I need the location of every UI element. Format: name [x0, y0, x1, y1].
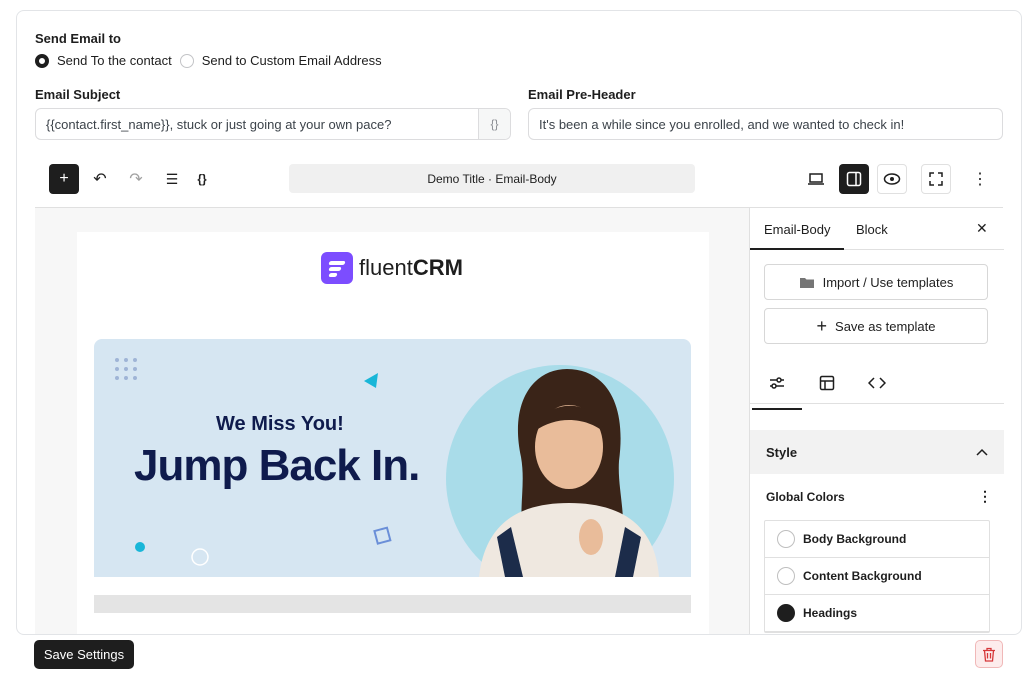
email-banner-image[interactable]: We Miss You! Jump Back In.: [94, 339, 691, 577]
color-swatch[interactable]: [777, 567, 795, 585]
fluentcrm-logo: fluentCRM: [321, 252, 463, 284]
dot-grid-icon: [115, 358, 137, 380]
document-outline-icon[interactable]: ☰: [157, 164, 187, 194]
import-templates-button[interactable]: Import / Use templates: [764, 264, 988, 300]
sliders-icon[interactable]: [752, 368, 802, 410]
code-icon[interactable]: [862, 368, 892, 398]
ring-shape-icon: [191, 548, 209, 566]
color-label: Headings: [803, 606, 858, 620]
tab-block[interactable]: Block: [856, 222, 888, 237]
more-options-icon[interactable]: ⋮: [965, 164, 995, 194]
chevron-up-icon: [976, 448, 988, 456]
triangle-shape-icon: [364, 373, 378, 388]
banner-title: Jump Back In.: [134, 441, 420, 490]
fullscreen-icon[interactable]: [921, 164, 951, 194]
layout-icon[interactable]: [812, 368, 842, 398]
save-settings-button[interactable]: Save Settings: [34, 640, 134, 669]
radio-send-to-contact[interactable]: Send To the contact: [35, 53, 172, 68]
global-colors-header: Global Colors ⋮: [766, 489, 992, 504]
style-heading: Style: [766, 444, 798, 460]
email-preview: fluentCRM We Miss You! Jump Back In.: [77, 232, 709, 634]
color-label: Body Background: [803, 532, 907, 546]
email-preheader-value: It's been a while since you enrolled, an…: [539, 116, 905, 132]
radio-label: Send to Custom Email Address: [201, 53, 382, 68]
plus-icon: +: [816, 316, 828, 336]
banner-subtitle: We Miss You!: [216, 413, 344, 435]
send-to-radio-group: Send To the contact Send to Custom Email…: [35, 53, 390, 68]
fluentcrm-logo-icon: [321, 252, 353, 284]
send-email-to-label: Send Email to: [35, 31, 121, 46]
dot-shape-icon: [135, 542, 145, 552]
settings-sidebar: Email-Body Block ✕ Import / Use template…: [749, 207, 1004, 634]
email-subject-label: Email Subject: [35, 87, 121, 102]
color-row-content-background[interactable]: Content Background: [765, 558, 989, 595]
desktop-preview-icon[interactable]: [801, 164, 831, 194]
undo-icon[interactable]: ↶: [85, 164, 115, 194]
email-divider-block[interactable]: [94, 595, 691, 613]
delete-trash-icon[interactable]: [975, 640, 1003, 668]
color-label: Content Background: [803, 569, 922, 583]
add-block-button[interactable]: +: [49, 164, 79, 194]
settings-card: Send Email to Send To the contact Send t…: [16, 10, 1022, 635]
import-templates-label: Import / Use templates: [822, 274, 954, 290]
color-row-body-background[interactable]: Body Background: [765, 521, 989, 558]
redo-icon[interactable]: ↷: [121, 164, 151, 194]
email-subject-value: {{contact.first_name}}, stuck or just go…: [46, 116, 392, 132]
student-photo-icon: [479, 369, 659, 577]
save-as-template-button[interactable]: + Save as template: [764, 308, 988, 344]
eye-preview-icon[interactable]: [877, 164, 907, 194]
color-swatch[interactable]: [777, 604, 795, 622]
more-vertical-icon[interactable]: ⋮: [978, 489, 992, 504]
editor-toolbar: + ↶ ↷ ☰ {} Demo Title · Email-Body ⋮: [35, 161, 1005, 197]
close-icon[interactable]: ✕: [976, 220, 988, 237]
radio-send-to-custom[interactable]: Send to Custom Email Address: [179, 53, 382, 68]
global-colors-label: Global Colors: [766, 490, 845, 504]
color-row-headings[interactable]: Headings: [765, 595, 989, 632]
save-as-template-label: Save as template: [835, 318, 936, 334]
radio-unselected-icon[interactable]: [179, 53, 194, 68]
sidebar-tabs: Email-Body Block ✕: [749, 208, 1004, 250]
global-colors-list: Body Background Content Background Headi…: [764, 520, 990, 633]
square-outline-icon: [373, 526, 392, 545]
email-preheader-input[interactable]: It's been a while since you enrolled, an…: [528, 108, 1003, 140]
radio-label: Send To the contact: [57, 53, 172, 68]
merge-tags-button[interactable]: {}: [478, 109, 510, 139]
shortcode-icon[interactable]: {}: [187, 164, 217, 194]
document-title-bar[interactable]: Demo Title · Email-Body: [289, 164, 695, 193]
email-preheader-label: Email Pre-Header: [528, 87, 636, 102]
radio-selected-icon[interactable]: [35, 53, 49, 68]
editor-canvas: fluentCRM We Miss You! Jump Back In.: [35, 207, 749, 634]
style-icon-tabs: [750, 360, 1004, 410]
sidebar-toggle-icon[interactable]: [839, 164, 869, 194]
folder-icon: [799, 277, 814, 288]
tab-email-body[interactable]: Email-Body: [749, 222, 846, 250]
email-subject-input[interactable]: {{contact.first_name}}, stuck or just go…: [35, 108, 511, 140]
logo-text: fluentCRM: [359, 255, 463, 280]
color-swatch[interactable]: [777, 530, 795, 548]
style-section-header[interactable]: Style: [750, 430, 1004, 474]
